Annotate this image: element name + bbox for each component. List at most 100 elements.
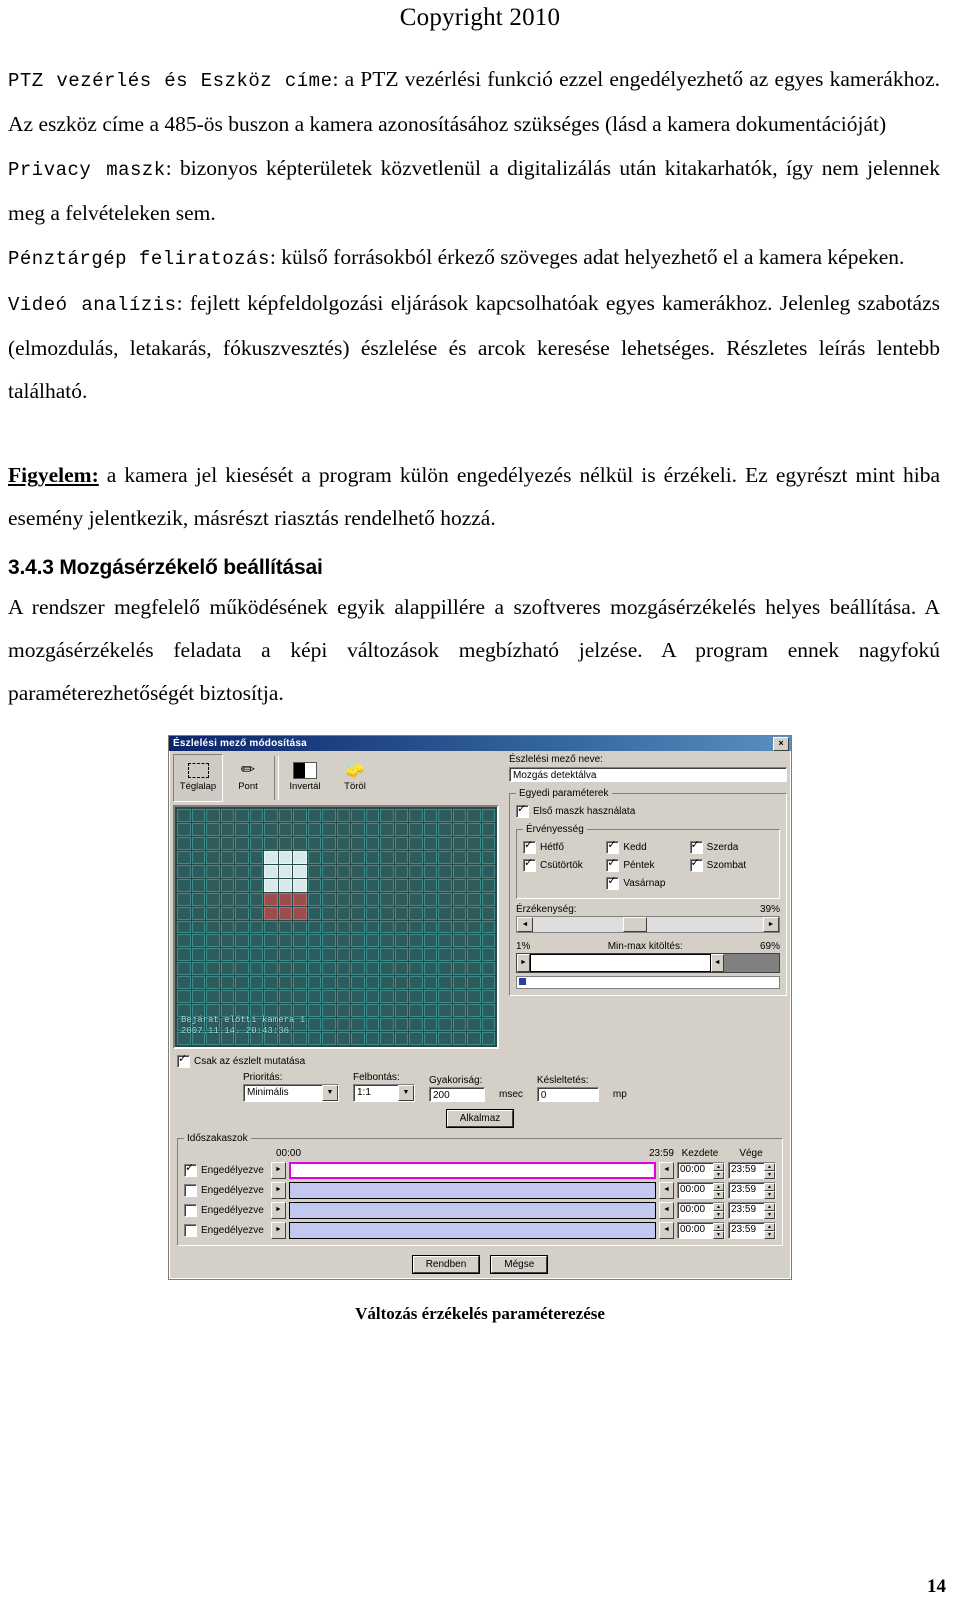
period-2-end-spinner[interactable]: 23:59 ▲ ▼ [728, 1182, 776, 1199]
mask-cell[interactable] [336, 906, 350, 920]
weekday-thursday[interactable]: Csütörtök [523, 857, 606, 872]
mask-cell[interactable] [307, 822, 321, 836]
mask-cell[interactable] [264, 920, 278, 934]
mask-cell[interactable] [307, 920, 321, 934]
mask-cell[interactable] [322, 1004, 336, 1018]
mask-cell[interactable] [409, 878, 423, 892]
period-1-start-spinner[interactable]: 00:00 ▲ ▼ [677, 1162, 725, 1179]
mask-cell[interactable] [438, 934, 452, 948]
mask-cell[interactable] [452, 864, 466, 878]
mask-cell[interactable] [394, 990, 408, 1004]
mask-cell[interactable] [177, 948, 191, 962]
mask-cell[interactable] [336, 976, 350, 990]
weekday-sunday[interactable]: Vasárnap [606, 875, 689, 890]
mask-cell[interactable] [177, 878, 191, 892]
mask-cell[interactable] [365, 948, 379, 962]
mask-cell[interactable] [467, 962, 481, 976]
mask-cell[interactable] [206, 990, 220, 1004]
mask-cell[interactable] [293, 864, 307, 878]
mask-cell[interactable] [481, 1032, 495, 1045]
mask-cell[interactable] [235, 934, 249, 948]
period-4-end-arrows[interactable]: ▲ ▼ [764, 1223, 775, 1239]
mask-cell[interactable] [293, 976, 307, 990]
mask-cell[interactable] [452, 990, 466, 1004]
ok-button[interactable]: Rendben [412, 1256, 480, 1273]
period-1-start-arrows[interactable]: ▲ ▼ [713, 1163, 724, 1179]
mask-cell[interactable] [438, 990, 452, 1004]
mask-cell[interactable] [322, 1018, 336, 1032]
mask-cell[interactable] [235, 948, 249, 962]
mask-cell[interactable] [467, 1018, 481, 1032]
mask-cell[interactable] [293, 892, 307, 906]
period-1-right-handle[interactable]: ◄ [659, 1162, 674, 1179]
mask-cell[interactable] [177, 976, 191, 990]
period-2-right-handle[interactable]: ◄ [659, 1182, 674, 1199]
cancel-button[interactable]: Mégse [491, 1256, 548, 1273]
mask-cell[interactable] [293, 850, 307, 864]
mask-cell[interactable] [365, 1004, 379, 1018]
mask-cell[interactable] [481, 990, 495, 1004]
mask-cell[interactable] [220, 850, 234, 864]
mask-cell[interactable] [481, 962, 495, 976]
mask-cell[interactable] [365, 934, 379, 948]
mask-cell[interactable] [220, 836, 234, 850]
mask-cell[interactable] [394, 920, 408, 934]
mask-cell[interactable] [264, 809, 278, 822]
mask-cell[interactable] [206, 934, 220, 948]
mask-cell[interactable] [409, 976, 423, 990]
mask-cell[interactable] [177, 906, 191, 920]
mask-cell[interactable] [452, 934, 466, 948]
mask-cell[interactable] [336, 990, 350, 1004]
mask-cell[interactable] [307, 948, 321, 962]
mask-cell[interactable] [467, 948, 481, 962]
mask-cell[interactable] [423, 934, 437, 948]
mask-cell[interactable] [452, 976, 466, 990]
mask-cell[interactable] [220, 920, 234, 934]
mask-cell[interactable] [220, 934, 234, 948]
mask-cell[interactable] [235, 850, 249, 864]
period-4-left-handle[interactable]: ► [271, 1222, 286, 1239]
period-4-right-handle[interactable]: ◄ [659, 1222, 674, 1239]
mask-cell[interactable] [423, 906, 437, 920]
mask-cell[interactable] [452, 892, 466, 906]
mask-cell[interactable] [394, 1018, 408, 1032]
mask-cell[interactable] [206, 948, 220, 962]
mask-cell[interactable] [438, 864, 452, 878]
mask-cell[interactable] [322, 864, 336, 878]
mask-cell[interactable] [380, 1004, 394, 1018]
mask-cell[interactable] [177, 850, 191, 864]
mask-cell[interactable] [206, 906, 220, 920]
mask-cell[interactable] [394, 948, 408, 962]
chevron-down-icon-resolution[interactable]: ▼ [398, 1085, 414, 1101]
mask-cell[interactable] [438, 836, 452, 850]
period-4-enable[interactable]: Engedélyezve [184, 1224, 268, 1237]
mask-cell[interactable] [380, 990, 394, 1004]
mask-cell[interactable] [206, 976, 220, 990]
mask-cell[interactable] [423, 920, 437, 934]
mask-grid-area[interactable]: Bejárat előtti kamera 1 2007.11.14. 20:4… [173, 805, 499, 1049]
mask-cell[interactable] [481, 836, 495, 850]
mask-cell[interactable] [293, 990, 307, 1004]
weekday-tuesday[interactable]: Kedd [606, 839, 689, 854]
mask-cell[interactable] [278, 892, 292, 906]
mask-cell[interactable] [423, 990, 437, 1004]
mask-cell[interactable] [307, 934, 321, 948]
mask-grid[interactable] [175, 807, 497, 1047]
mask-cell[interactable] [278, 906, 292, 920]
frequency-input[interactable]: 200 [429, 1087, 485, 1102]
mask-cell[interactable] [380, 948, 394, 962]
mask-cell[interactable] [452, 878, 466, 892]
mask-cell[interactable] [380, 892, 394, 906]
mask-cell[interactable] [380, 850, 394, 864]
mask-cell[interactable] [438, 809, 452, 822]
mask-cell[interactable] [351, 948, 365, 962]
mask-cell[interactable] [481, 1018, 495, 1032]
weekday-saturday[interactable]: Szombat [689, 857, 773, 872]
mask-cell[interactable] [177, 836, 191, 850]
mask-cell[interactable] [365, 850, 379, 864]
mask-cell[interactable] [249, 990, 263, 1004]
mask-cell[interactable] [249, 809, 263, 822]
mask-cell[interactable] [394, 1032, 408, 1045]
period-3-right-handle[interactable]: ◄ [659, 1202, 674, 1219]
mask-cell[interactable] [322, 990, 336, 1004]
